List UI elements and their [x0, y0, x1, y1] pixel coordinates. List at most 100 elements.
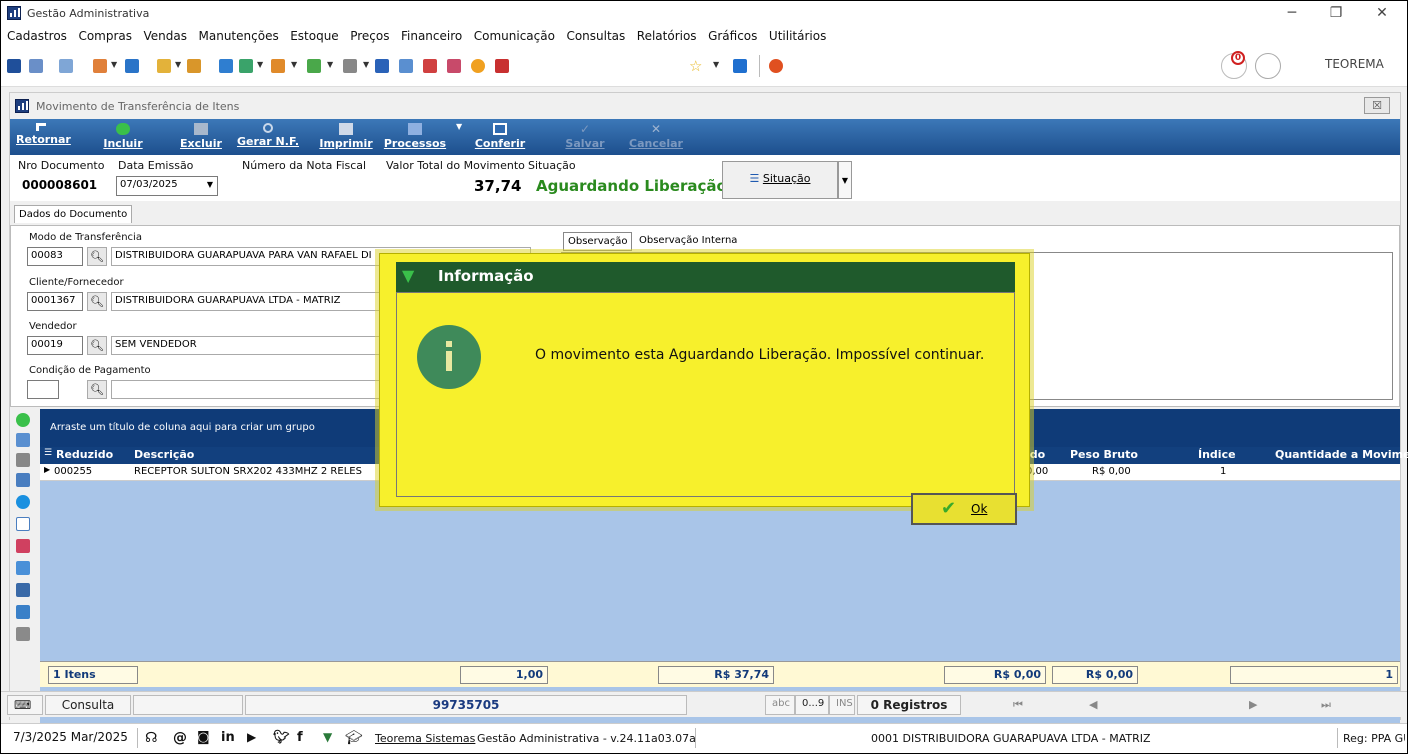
menu-item-consultas[interactable]: Consultas [562, 26, 629, 43]
menu-item-relatorios[interactable]: Relatórios [633, 26, 701, 43]
facebook-icon[interactable]: f [297, 730, 303, 745]
dropdown-arrow-icon[interactable]: ▼ [363, 60, 369, 69]
close-icon[interactable]: ✕ [1367, 3, 1397, 23]
cancelar-button[interactable]: ✕ Cancelar [628, 119, 684, 155]
tool-icon-8[interactable] [219, 59, 233, 73]
teorema-link[interactable]: Teorema Sistemas [375, 732, 475, 745]
tool-icon-6[interactable] [157, 59, 171, 73]
tab-dados-documento[interactable]: Dados do Documento [14, 205, 133, 223]
menu-item-financeiro[interactable]: Financeiro [397, 26, 466, 43]
search-icon[interactable]: 🔍︎ [87, 292, 107, 311]
dropdown-arrow-icon[interactable]: ▼ [713, 60, 719, 69]
ok-button[interactable]: ✔ Ok [911, 493, 1017, 525]
menu-item-manutencoes[interactable]: Manutenções [195, 26, 283, 43]
info-icon[interactable] [16, 495, 30, 509]
add-icon[interactable] [16, 413, 30, 427]
tool-icon-13[interactable] [375, 59, 389, 73]
email-icon[interactable]: @ [173, 730, 187, 746]
cliente-code-field[interactable]: 0001367 [27, 292, 83, 311]
chevron-down-icon[interactable]: ▼ [207, 180, 213, 189]
incluir-button[interactable]: Incluir [98, 119, 148, 155]
twitter-icon[interactable]: 🐦︎ [273, 730, 290, 745]
dropdown-arrow-icon[interactable]: ▼ [175, 60, 181, 69]
menu-item-estoque[interactable]: Estoque [286, 26, 343, 43]
tool-icon-18[interactable] [495, 59, 509, 73]
tool-icon-11[interactable] [307, 59, 321, 73]
edit-icon[interactable] [16, 433, 30, 447]
headset-icon[interactable]: ☊ [145, 730, 157, 746]
report-icon[interactable] [16, 583, 30, 597]
comment-icon[interactable] [16, 561, 30, 575]
salvar-button[interactable]: ✓ Salvar [560, 119, 610, 155]
document-icon[interactable] [16, 517, 30, 531]
linkedin-icon[interactable]: in [221, 730, 235, 745]
col-quantidade[interactable]: Quantidade a Movime [1275, 448, 1408, 461]
tool-icon-2[interactable] [29, 59, 43, 73]
tool-icon-20[interactable] [733, 59, 747, 73]
menu-item-utilitarios[interactable]: Utilitários [765, 26, 830, 43]
tool-icon-12[interactable] [343, 59, 357, 73]
dropdown-arrow-icon[interactable]: ▼ [327, 60, 333, 69]
menu-item-vendas[interactable]: Vendas [140, 26, 192, 43]
minimize-icon[interactable]: ─ [1277, 3, 1307, 23]
col-reduzido[interactable]: Reduzido [56, 448, 113, 461]
data-emissao-field[interactable]: 07/03/2025 ▼ [116, 176, 218, 196]
power-icon[interactable] [769, 59, 783, 73]
search-icon[interactable]: 🔍︎ [87, 380, 107, 399]
search-icon[interactable]: 🔍︎ [87, 336, 107, 355]
dropdown-arrow-icon[interactable]: ▼ [111, 60, 117, 69]
situacao-dropdown-icon[interactable]: ▼ [838, 161, 852, 199]
excluir-button[interactable]: Excluir [176, 119, 226, 155]
vendedor-code-field[interactable]: 00019 [27, 336, 83, 355]
tool-icon-1[interactable] [7, 59, 21, 73]
processos-button[interactable]: Processos [380, 119, 450, 155]
tool-icon-9[interactable] [239, 59, 253, 73]
prev-record-icon[interactable]: ◀ [1089, 698, 1097, 711]
col-descricao[interactable]: Descrição [134, 448, 194, 461]
child-close-button[interactable]: ☒ [1364, 97, 1390, 114]
restore-icon[interactable]: ❐ [1321, 3, 1351, 23]
tab-observacao-interna[interactable]: Observação Interna [639, 235, 737, 246]
calculator-icon[interactable] [399, 59, 413, 73]
tools-icon[interactable] [16, 627, 30, 641]
menu-item-precos[interactable]: Preços [346, 26, 393, 43]
user-avatar-icon[interactable] [1255, 53, 1281, 79]
menu-item-cadastros[interactable]: Cadastros [1, 26, 71, 43]
processos-dropdown-icon[interactable]: ▼ [456, 122, 462, 131]
trash-icon[interactable] [16, 453, 30, 467]
graduation-cap-icon[interactable]: 🎓︎ [345, 730, 363, 746]
gerar-nf-button[interactable]: Gerar N.F. [236, 119, 300, 155]
dropdown-arrow-icon[interactable]: ▼ [291, 60, 297, 69]
modo-code-field[interactable]: 00083 [27, 247, 83, 266]
instagram-icon[interactable]: ◙ [197, 730, 210, 745]
favorites-star-icon[interactable]: ☆ [689, 57, 702, 75]
retornar-button[interactable]: Retornar [16, 119, 71, 155]
first-record-icon[interactable]: ⏮ [1013, 698, 1023, 712]
tool-icon-16[interactable] [447, 59, 461, 73]
youtube-icon[interactable]: ▶ [247, 730, 256, 744]
tool-icon-7[interactable] [187, 59, 201, 73]
menu-item-graficos[interactable]: Gráficos [704, 26, 761, 43]
menu-item-comunicacao[interactable]: Comunicação [470, 26, 559, 43]
menu-item-compras[interactable]: Compras [74, 26, 136, 43]
column-chooser-icon[interactable]: ☰ [44, 448, 52, 458]
col-indice[interactable]: Índice [1198, 448, 1236, 461]
dropdown-arrow-icon[interactable]: ▼ [257, 60, 263, 69]
tool-icon-10[interactable] [271, 59, 285, 73]
last-record-icon[interactable]: ⏭ [1321, 698, 1331, 712]
keyboard-icon[interactable]: ⌨ [7, 695, 43, 715]
imprimir-button[interactable]: Imprimir [316, 119, 376, 155]
grid-icon[interactable] [16, 605, 30, 619]
cond-code-field[interactable] [27, 380, 59, 399]
situacao-button[interactable]: ☰ Situação [722, 161, 838, 199]
conferir-button[interactable]: Conferir [468, 119, 532, 155]
tool-icon-4[interactable] [93, 59, 107, 73]
filter-icon[interactable] [16, 473, 30, 487]
tool-icon-5[interactable] [125, 59, 139, 73]
tool-icon-17[interactable] [471, 59, 485, 73]
search-icon[interactable]: 🔍︎ [87, 247, 107, 266]
tab-observacao[interactable]: Observação [563, 232, 633, 251]
next-record-icon[interactable]: ▶ [1249, 698, 1257, 711]
col-peso-bruto[interactable]: Peso Bruto [1070, 448, 1138, 461]
book-icon[interactable] [16, 539, 30, 553]
